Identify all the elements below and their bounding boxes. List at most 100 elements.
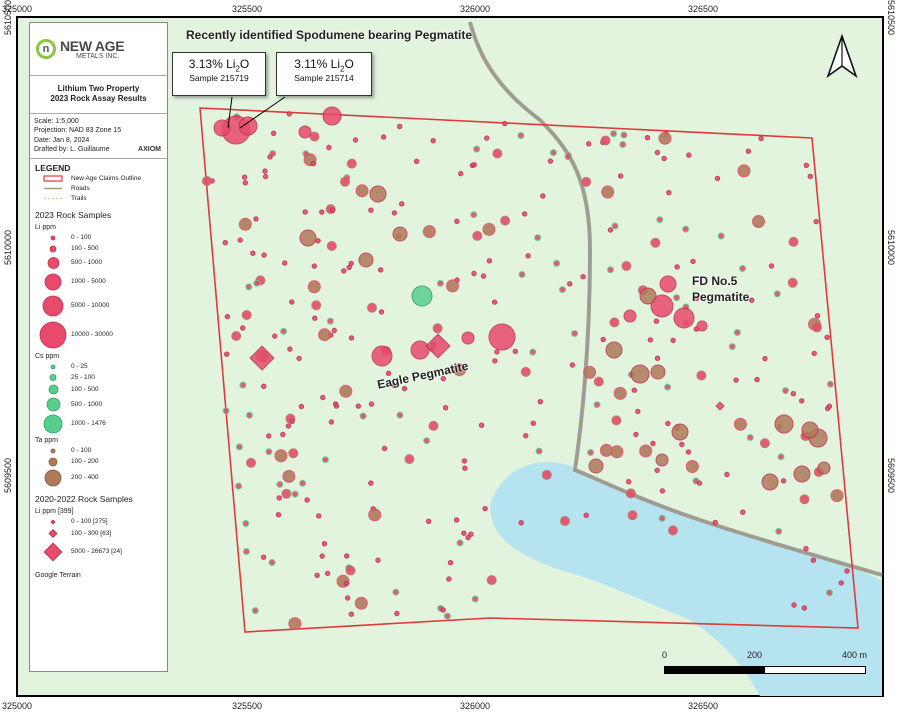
sample-point[interactable] [517, 132, 525, 139]
sample-point[interactable] [717, 232, 725, 240]
sample-point[interactable] [679, 441, 685, 448]
sample-point[interactable] [440, 607, 446, 613]
sample-point[interactable] [391, 210, 398, 216]
sample-point[interactable] [801, 605, 807, 611]
sample-point[interactable] [799, 494, 810, 505]
sample-point[interactable] [777, 453, 785, 461]
sample-point[interactable] [790, 391, 796, 397]
sample-point[interactable] [607, 227, 614, 233]
sample-point[interactable] [674, 264, 680, 270]
sample-point[interactable] [394, 610, 400, 617]
sample-point[interactable] [471, 595, 479, 603]
sample-point[interactable] [534, 234, 542, 242]
callout-sample-215714[interactable]: 3.11% Li2O Sample 215714 [276, 52, 372, 96]
featured-sample-point[interactable] [213, 119, 231, 137]
sample-point[interactable] [461, 458, 468, 464]
sample-point[interactable] [480, 273, 487, 279]
sample-point[interactable] [647, 337, 654, 343]
sample-point[interactable] [780, 478, 787, 484]
sample-point[interactable] [492, 148, 503, 159]
sample-point[interactable] [569, 362, 576, 368]
sample-point[interactable] [811, 350, 817, 357]
sample-point[interactable] [270, 130, 277, 137]
sample-point[interactable] [609, 317, 620, 328]
sample-point[interactable] [272, 333, 278, 339]
sample-point[interactable] [268, 559, 276, 566]
sample-point[interactable] [454, 218, 460, 225]
featured-sample-point[interactable] [673, 307, 695, 329]
sample-point[interactable] [547, 158, 554, 164]
sample-point[interactable] [318, 328, 332, 342]
sample-point[interactable] [309, 131, 320, 142]
sample-point[interactable] [377, 267, 384, 273]
sample-point[interactable] [355, 403, 361, 409]
sample-point[interactable] [381, 445, 388, 452]
sample-point[interactable] [275, 512, 282, 518]
sample-point[interactable] [518, 520, 524, 526]
sample-point[interactable] [799, 398, 805, 404]
sample-point[interactable] [304, 497, 310, 503]
sample-point[interactable] [782, 387, 789, 395]
sample-point[interactable] [686, 152, 692, 158]
sample-point[interactable] [733, 377, 739, 383]
sample-point[interactable] [281, 488, 292, 499]
sample-point[interactable] [425, 518, 432, 524]
sample-point[interactable] [261, 252, 267, 258]
sample-point[interactable] [238, 217, 252, 231]
sample-point[interactable] [654, 467, 660, 473]
sample-point[interactable] [413, 158, 420, 165]
sample-point[interactable] [583, 512, 589, 518]
sample-point[interactable] [803, 545, 809, 552]
sample-point[interactable] [812, 322, 822, 333]
sample-point[interactable] [658, 131, 672, 145]
sample-point[interactable] [749, 297, 755, 303]
sample-point[interactable] [762, 355, 768, 362]
sample-point[interactable] [670, 337, 676, 344]
sample-point[interactable] [344, 595, 351, 601]
sample-point[interactable] [359, 412, 367, 420]
featured-sample-point[interactable] [488, 323, 516, 351]
sample-point[interactable] [324, 570, 331, 577]
sample-point[interactable] [627, 510, 638, 521]
sample-point[interactable] [520, 366, 531, 377]
sample-point[interactable] [733, 417, 747, 431]
sample-point[interactable] [746, 434, 754, 441]
sample-point[interactable] [321, 456, 329, 464]
sample-point[interactable] [262, 173, 269, 180]
sample-point[interactable] [346, 264, 352, 271]
featured-sample-point[interactable] [801, 421, 819, 439]
sample-point[interactable] [658, 514, 666, 522]
sample-point[interactable] [468, 531, 474, 537]
featured-sample-point[interactable] [630, 364, 650, 384]
sample-point[interactable] [320, 394, 326, 401]
sample-point[interactable] [253, 216, 259, 222]
sample-point[interactable] [348, 611, 354, 617]
sample-point[interactable] [456, 539, 464, 547]
sample-point[interactable] [838, 580, 844, 586]
sample-point[interactable] [593, 401, 601, 409]
sample-point[interactable] [631, 387, 637, 393]
featured-sample-point[interactable] [411, 285, 433, 307]
sample-point[interactable] [656, 216, 664, 224]
sample-point[interactable] [844, 568, 850, 574]
sample-point[interactable] [250, 250, 256, 256]
sample-point[interactable] [553, 259, 561, 267]
sample-point[interactable] [235, 482, 243, 490]
sample-point[interactable] [344, 553, 350, 559]
sample-point[interactable] [326, 317, 334, 325]
sample-point[interactable] [813, 218, 819, 225]
sample-point[interactable] [639, 444, 653, 458]
sample-point[interactable] [222, 407, 230, 415]
featured-sample-point[interactable] [696, 320, 708, 332]
sample-point[interactable] [824, 334, 830, 340]
featured-sample-point[interactable] [605, 341, 623, 359]
sample-point[interactable] [810, 557, 817, 563]
sample-point[interactable] [276, 495, 282, 501]
sample-point[interactable] [502, 120, 508, 127]
sample-point[interactable] [733, 329, 741, 336]
sample-point[interactable] [326, 144, 332, 151]
sample-point[interactable] [368, 401, 375, 407]
sample-point[interactable] [462, 465, 468, 471]
sample-point[interactable] [541, 469, 552, 480]
sample-point[interactable] [807, 173, 813, 180]
